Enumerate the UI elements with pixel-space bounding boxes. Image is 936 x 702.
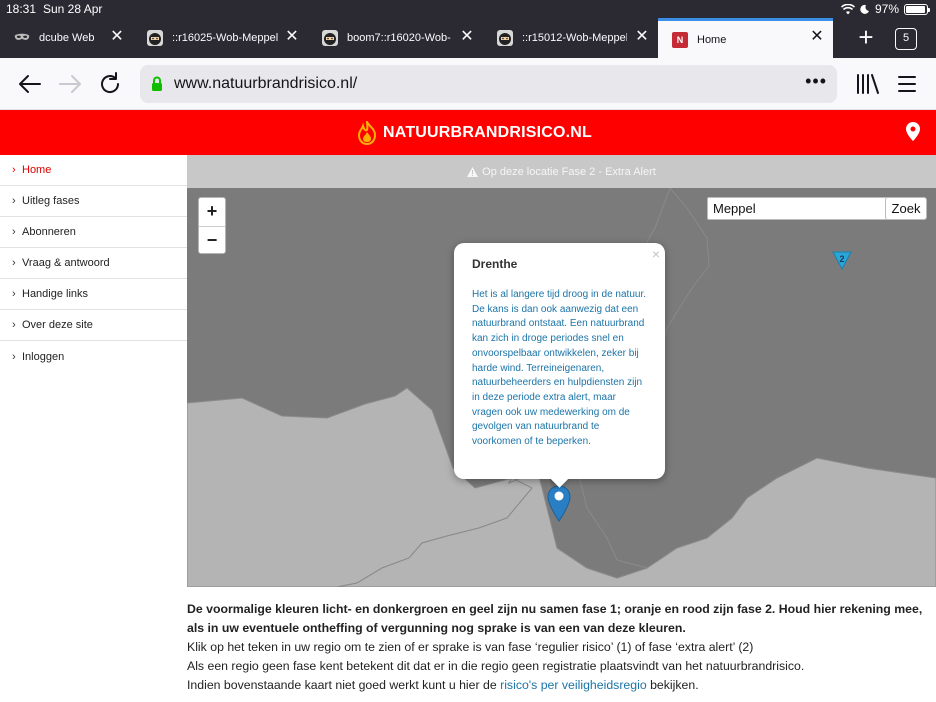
- sidebar-item-over-deze-site[interactable]: › Over deze site: [0, 310, 187, 341]
- chevron-right-icon: ›: [12, 226, 16, 238]
- tab-boom7[interactable]: boom7::r16020-Wob- ✕: [308, 18, 483, 58]
- sidebar-item-abonneren[interactable]: › Abonneren: [0, 217, 187, 248]
- sidebar-item-label: Abonneren: [22, 226, 76, 238]
- sidebar-item-label: Handige links: [22, 288, 89, 300]
- sidebar-item-label: Over deze site: [22, 319, 93, 331]
- popup-tip: [550, 479, 570, 489]
- wifi-icon: [840, 3, 855, 14]
- phase-alert-bar: Op deze locatie Fase 2 - Extra Alert: [187, 155, 936, 188]
- tab-title: boom7::r16020-Wob-: [347, 32, 451, 44]
- sidebar-item-uitleg-fases[interactable]: › Uitleg fases: [0, 186, 187, 217]
- sidebar-item-label: Uitleg fases: [22, 195, 80, 207]
- sidebar-item-label: Inloggen: [22, 350, 65, 363]
- chevron-right-icon: ›: [12, 257, 16, 269]
- back-icon[interactable]: [16, 70, 44, 98]
- zoom-out-button[interactable]: −: [199, 226, 225, 254]
- no-phase-explanation: Als een regio geen fase kent betekent di…: [187, 659, 805, 673]
- site-header: NATUURBRANDRISICO.NL: [0, 110, 936, 155]
- battery-icon: [904, 3, 930, 15]
- close-tab-icon[interactable]: ✕: [284, 29, 300, 45]
- sidebar-item-home[interactable]: › Home: [0, 155, 187, 186]
- tab-home[interactable]: N Home ✕: [658, 18, 833, 58]
- phase-2-marker[interactable]: 2: [832, 251, 852, 275]
- chevron-right-icon: ›: [12, 195, 16, 207]
- status-time: 18:31: [6, 2, 37, 16]
- marker-label: 2: [839, 254, 844, 264]
- page-actions-icon[interactable]: •••: [805, 71, 827, 92]
- status-bar: 18:31 Sun 28 Apr 97%: [0, 0, 936, 18]
- popup-title: Drenthe: [472, 257, 518, 271]
- location-search-input[interactable]: Meppel: [707, 197, 908, 220]
- ninja-icon: [322, 30, 338, 46]
- map-pin-icon: [547, 485, 571, 522]
- url-bar[interactable]: www.natuurbrandrisico.nl/ •••: [140, 65, 837, 103]
- location-pin-icon[interactable]: [906, 122, 920, 141]
- region-popup: × Drenthe Het is al langere tijd droog i…: [454, 243, 665, 479]
- fallback-text-post: bekijken.: [646, 678, 699, 692]
- new-tab-button[interactable]: +: [853, 24, 879, 52]
- click-marker-instruction: Klik op het teken in uw regio om te zien…: [187, 640, 754, 654]
- tab-count-button[interactable]: 5: [895, 28, 917, 50]
- fallback-text-pre: Indien bovenstaande kaart niet goed werk…: [187, 678, 501, 692]
- ninja-icon: [147, 30, 163, 46]
- sidebar-nav: › Home › Uitleg fases › Abonneren › Vraag & …: [0, 155, 187, 372]
- tab-dcube[interactable]: dcube Web ✕: [0, 18, 133, 58]
- menu-icon[interactable]: [893, 70, 921, 98]
- zoom-control: + −: [198, 197, 226, 254]
- triangle-marker-icon: 2: [832, 251, 852, 271]
- map-explanation: De voormalige kleuren licht- en donkergr…: [187, 600, 927, 695]
- selected-location-marker[interactable]: [547, 485, 571, 527]
- site-favicon: N: [672, 31, 688, 48]
- phase-alert-text: Op deze locatie Fase 2 - Extra Alert: [482, 165, 656, 178]
- sidebar-item-handige-links[interactable]: › Handige links: [0, 279, 187, 310]
- chevron-right-icon: ›: [12, 319, 16, 331]
- phase-color-notice: De voormalige kleuren licht- en donkergr…: [187, 602, 923, 635]
- sidebar-item-inloggen[interactable]: › Inloggen: [0, 341, 187, 372]
- sidebar-item-label: Home: [22, 164, 52, 176]
- site-logo[interactable]: NATUURBRANDRISICO.NL: [356, 121, 592, 145]
- tab-title: ::r16025-Wob-Meppel: [172, 32, 279, 44]
- tab-title: ::r15012-Wob-Meppel: [522, 32, 627, 44]
- moon-icon: [860, 4, 869, 14]
- chevron-right-icon: ›: [12, 288, 16, 300]
- ninja-icon: [497, 30, 513, 46]
- fallback-line: Indien bovenstaande kaart niet goed werk…: [187, 676, 927, 695]
- tab-title: dcube Web: [39, 32, 95, 44]
- close-tab-icon[interactable]: ✕: [459, 29, 475, 45]
- chevron-right-icon: ›: [12, 164, 16, 176]
- library-icon[interactable]: [854, 70, 882, 98]
- battery-percent: 97%: [874, 2, 899, 16]
- mask-icon: [14, 33, 30, 40]
- chevron-right-icon: ›: [12, 350, 16, 363]
- tab-strip: dcube Web ✕ ::r16025-Wob-Meppel ✕ boom7:…: [0, 18, 936, 58]
- tab-r15012[interactable]: ::r15012-Wob-Meppel ✕: [483, 18, 658, 58]
- close-tab-icon[interactable]: ✕: [634, 29, 650, 45]
- flame-logo-icon: [357, 121, 377, 145]
- warning-icon: [467, 166, 479, 177]
- sidebar-item-label: Vraag & antwoord: [22, 257, 110, 269]
- risk-map[interactable]: + − Meppel Zoek 2 × Drenthe Het is al la…: [187, 188, 936, 587]
- zoom-in-button[interactable]: +: [199, 198, 225, 226]
- sidebar-item-vraag-antwoord[interactable]: › Vraag & antwoord: [0, 248, 187, 279]
- tab-r16025[interactable]: ::r16025-Wob-Meppel ✕: [133, 18, 308, 58]
- site-logo-text: NATUURBRANDRISICO.NL: [383, 124, 593, 141]
- risk-per-region-link[interactable]: risico's per veiligheidsregio: [500, 678, 647, 692]
- reload-icon[interactable]: [96, 70, 124, 98]
- lock-icon: [152, 76, 162, 91]
- popup-close-button[interactable]: ×: [652, 246, 660, 262]
- search-button[interactable]: Zoek: [885, 197, 927, 220]
- tab-title: Home: [697, 33, 727, 46]
- url-text[interactable]: www.natuurbrandrisico.nl/: [174, 75, 357, 93]
- close-tab-icon[interactable]: ✕: [109, 29, 125, 45]
- popup-body: Het is al langere tijd droog in de natuu…: [472, 289, 646, 448]
- close-tab-icon[interactable]: ✕: [809, 29, 825, 45]
- status-date: Sun 28 Apr: [43, 2, 103, 16]
- forward-icon[interactable]: [56, 70, 84, 98]
- browser-toolbar: www.natuurbrandrisico.nl/ •••: [0, 58, 936, 110]
